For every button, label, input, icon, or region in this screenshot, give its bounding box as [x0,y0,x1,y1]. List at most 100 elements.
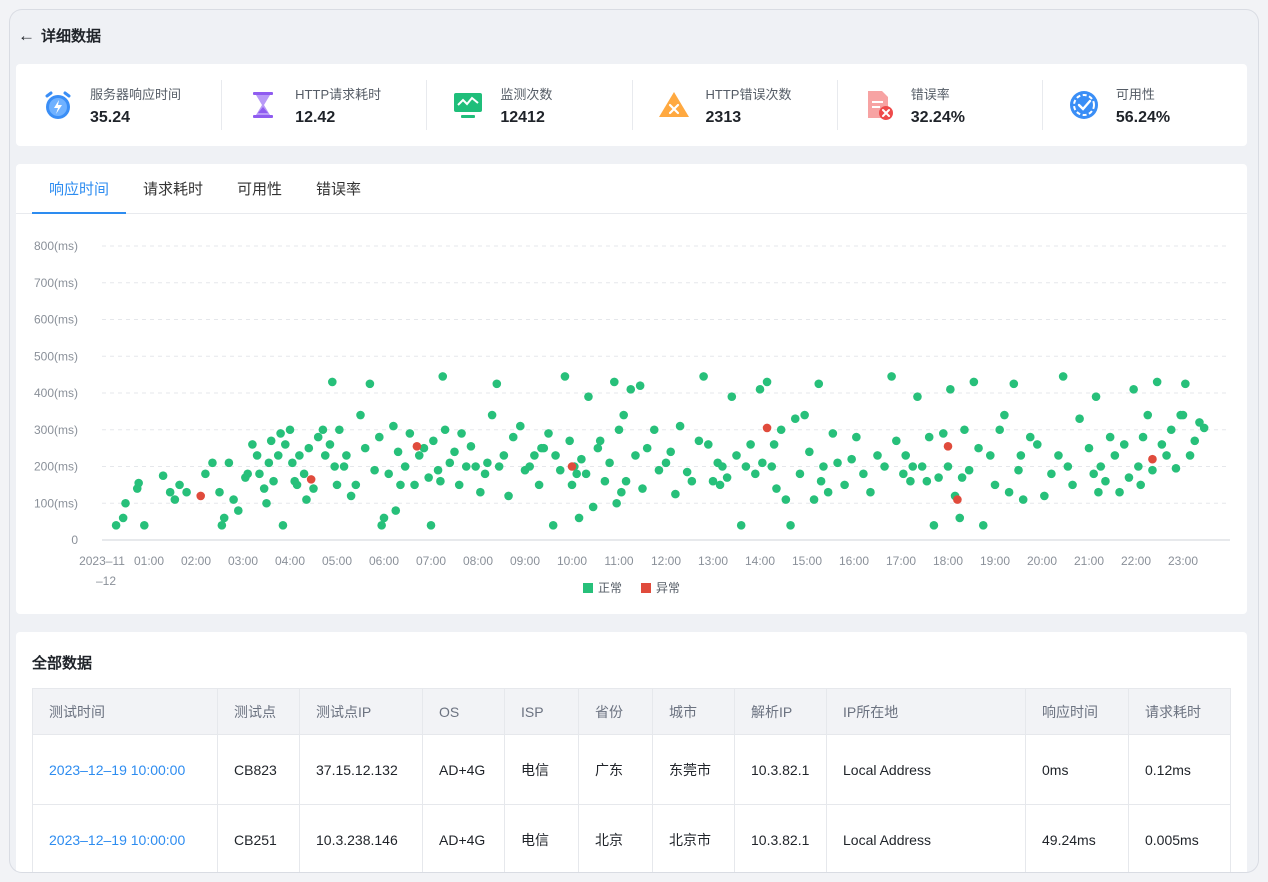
data-point-normal [466,441,476,451]
data-point-normal [288,458,297,468]
data-point-normal [318,425,328,435]
data-point-normal [631,451,640,460]
data-point-normal [819,462,828,471]
data-point-normal [617,487,626,497]
x-tick-label: 17:00 [886,554,916,568]
data-point-normal [901,451,910,460]
response-time-scatter-chart: 0 100(ms) 200(ms) 300(ms) 400(ms) 500(ms) 600(… [34,239,1230,595]
tab-availability[interactable]: 可用性 [220,164,299,213]
data-point-normal [671,489,680,499]
data-point-normal [480,469,490,479]
data-point-normal [426,521,436,530]
data-point-normal [943,462,953,471]
stat-label: HTTP请求耗时 [295,86,382,102]
data-point-normal [654,465,664,475]
cell: 0.12ms [1128,734,1231,805]
stat-monitor-count: 监测次数 12412 [426,64,631,146]
ip-location: Local Address [843,761,931,778]
x-tick-label: 02:00 [181,554,211,568]
tab-response-time[interactable]: 响应时间 [32,164,127,214]
data-point-normal [266,436,276,446]
data-point-normal [302,495,311,504]
data-point-normal [504,491,513,501]
data-point-normal [1190,436,1200,446]
data-point-normal [1016,451,1026,460]
data-point-normal [852,432,861,442]
x-tick-label: 07:00 [416,554,446,568]
tab-request-time[interactable]: 请求耗时 [126,164,220,213]
data-point-normal [978,521,988,530]
x-tick-label: 05:00 [322,554,352,568]
cell: Local Address [826,734,1026,805]
data-point-normal [666,447,675,457]
col-header: 解析IP [734,688,827,735]
test-time-link[interactable]: 2023–12–19 10:00:00 [32,804,218,872]
data-point-normal [433,465,443,475]
cell: AD+4G [422,734,505,805]
y-tick-label: 300(ms) [34,423,78,437]
data-point-normal [217,521,227,530]
x-tick-label: 13:00 [698,554,728,568]
cell: AD+4G [422,804,505,872]
data-point-normal [365,379,375,389]
data-point-normal [360,443,370,453]
data-point-normal [295,451,304,460]
alarm-clock-icon [40,87,76,123]
y-tick-label: 600(ms) [34,313,78,327]
stat-response-time: 服务器响应时间 35.24 [16,64,221,146]
x-tick-label: 10:00 [557,554,587,568]
data-point-normal [440,425,450,435]
stat-availability: 可用性 56.24% [1041,64,1247,146]
data-point-normal [1115,487,1124,497]
data-point-normal [751,469,760,479]
stat-value: 32.24% [910,108,965,126]
test-time-link[interactable]: 2023–12–19 10:00:00 [32,734,218,805]
col-header: ISP [504,688,579,735]
data-point-abnormal [943,441,953,451]
cell: 10.3.82.1 [734,804,827,872]
stat-label: HTTP错误次数 [705,86,792,102]
data-point-normal [285,425,295,435]
data-point-normal [454,480,464,490]
col-header: 省份 [578,688,653,735]
data-point-normal [840,480,849,490]
data-point-normal [342,451,351,460]
data-point-normal [111,521,121,530]
data-point-normal [158,471,168,480]
x-tick-label: 15:00 [792,554,822,568]
data-point-normal [687,476,697,486]
data-point-normal [494,462,504,471]
data-point-normal [781,495,791,504]
data-point-normal [1025,432,1035,442]
data-point-normal [516,421,525,431]
stat-label: 监测次数 [500,86,553,102]
data-point-normal [908,462,918,471]
data-point-normal [1143,410,1153,420]
data-point-normal [715,480,725,490]
data-point-normal [1089,469,1098,479]
data-point-normal [165,487,175,497]
data-point-normal [873,451,882,460]
x-tick-label: 2023–11 [79,554,125,568]
x-tick-label: 09:00 [510,554,540,568]
data-point-normal [560,372,570,381]
stat-label: 服务器响应时间 [90,86,182,102]
data-point-normal [377,521,386,530]
data-point-normal [1134,462,1143,471]
data-point-normal [438,372,448,381]
data-point-normal [769,440,779,449]
data-point-normal [584,392,593,401]
data-point-normal [405,429,415,438]
data-point-normal [1136,480,1145,490]
back-button[interactable]: ← 详细数据 [18,25,101,46]
data-point-normal [332,480,342,490]
data-point-normal [814,379,824,389]
data-point-normal [414,451,424,460]
data-point-normal [548,521,558,530]
data-point-normal [320,451,330,460]
col-header: 城市 [652,688,735,735]
tab-error-rate[interactable]: 错误率 [299,164,378,213]
data-point-normal [424,473,433,482]
error-document-icon [861,87,897,123]
back-arrow-icon[interactable]: ← [18,27,35,44]
